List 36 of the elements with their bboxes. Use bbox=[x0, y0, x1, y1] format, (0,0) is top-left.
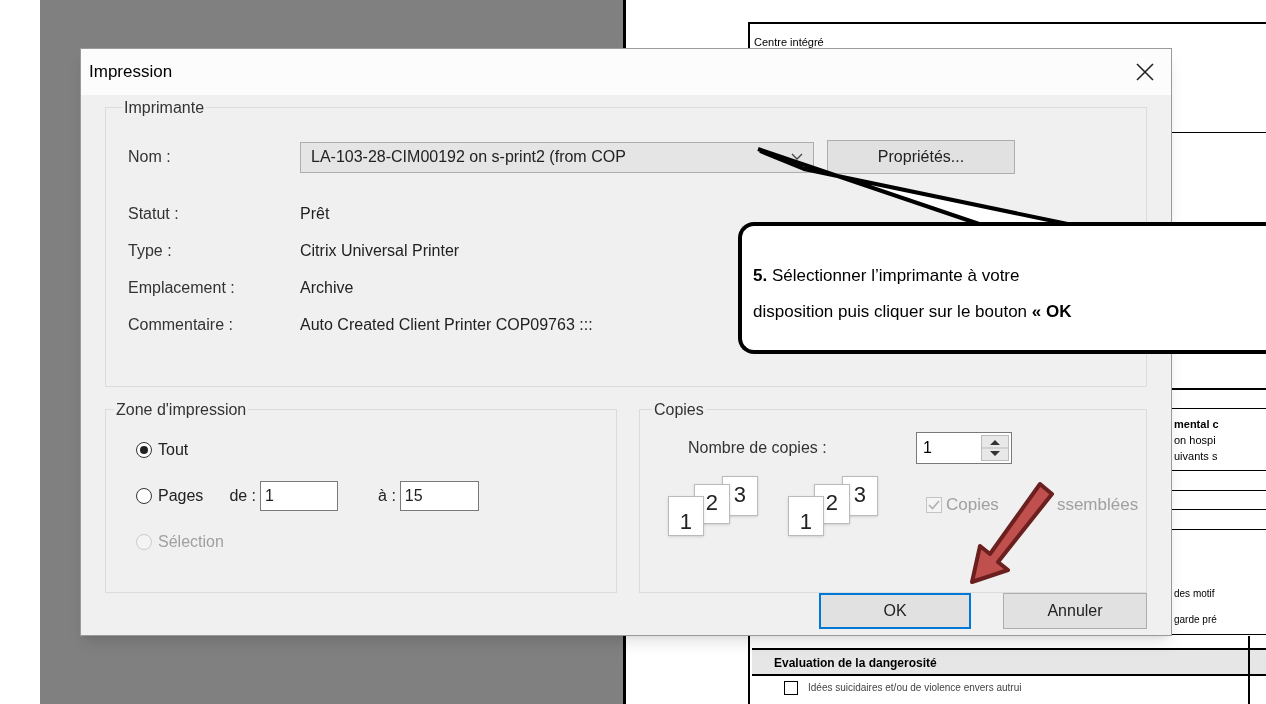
document-text: des motif bbox=[1174, 587, 1216, 601]
close-icon[interactable] bbox=[1135, 62, 1155, 82]
field-label: Statut : bbox=[128, 204, 180, 224]
field-value: Auto Created Client Printer COP09763 ::: bbox=[300, 315, 593, 335]
document-header: Centre intégré bbox=[754, 35, 824, 50]
document-text: mental c bbox=[1174, 417, 1219, 432]
page-to-field[interactable]: 15 bbox=[399, 481, 479, 511]
field-label: Nom : bbox=[128, 147, 172, 167]
properties-button[interactable]: Propriétés... bbox=[827, 140, 1015, 174]
cancel-button[interactable]: Annuler bbox=[1003, 593, 1147, 629]
printer-dropdown[interactable]: LA-103-28-CIM00192 on s-print2 (from COP bbox=[300, 141, 814, 173]
field-label: Type : bbox=[128, 241, 173, 261]
field-value: Archive bbox=[300, 278, 354, 298]
page-from-field[interactable]: 1 bbox=[260, 481, 339, 511]
checkbox-label: Copies bbox=[945, 494, 999, 517]
field-value: Citrix Universal Printer bbox=[300, 241, 460, 261]
field-label: Commentaire : bbox=[128, 315, 234, 335]
checkbox-label: ssemblées bbox=[1056, 494, 1139, 517]
document-text: garde pré bbox=[1174, 613, 1217, 627]
ok-button[interactable]: OK bbox=[819, 593, 971, 629]
checklist-label: Idées suicidaires et/ou de violence envers autrui bbox=[808, 681, 1022, 695]
field-value: Prêt bbox=[300, 204, 330, 224]
field-label: Emplacement : bbox=[128, 278, 236, 298]
document-text: on hospi bbox=[1174, 433, 1217, 448]
window-title: Impression bbox=[89, 61, 173, 84]
radio-button: Sélection bbox=[136, 530, 224, 554]
field-label: à : bbox=[378, 486, 396, 506]
field-label: Nombre de copies : bbox=[687, 438, 828, 458]
spinner-arrows-icon[interactable] bbox=[980, 435, 1009, 461]
radio-button[interactable]: Tout bbox=[136, 438, 189, 462]
field-label: de : bbox=[229, 486, 257, 506]
document-text: uivants s bbox=[1174, 449, 1219, 464]
instruction-text: 5. Sélectionner l’imprimante à votre disposition puis cliquer sur le bouton « OK bbox=[753, 265, 1073, 323]
section-title: Evaluation de la dangerosité bbox=[774, 655, 937, 672]
copies-spinner[interactable]: 1 bbox=[915, 432, 1012, 464]
radio-button[interactable]: Pages bbox=[136, 484, 204, 508]
